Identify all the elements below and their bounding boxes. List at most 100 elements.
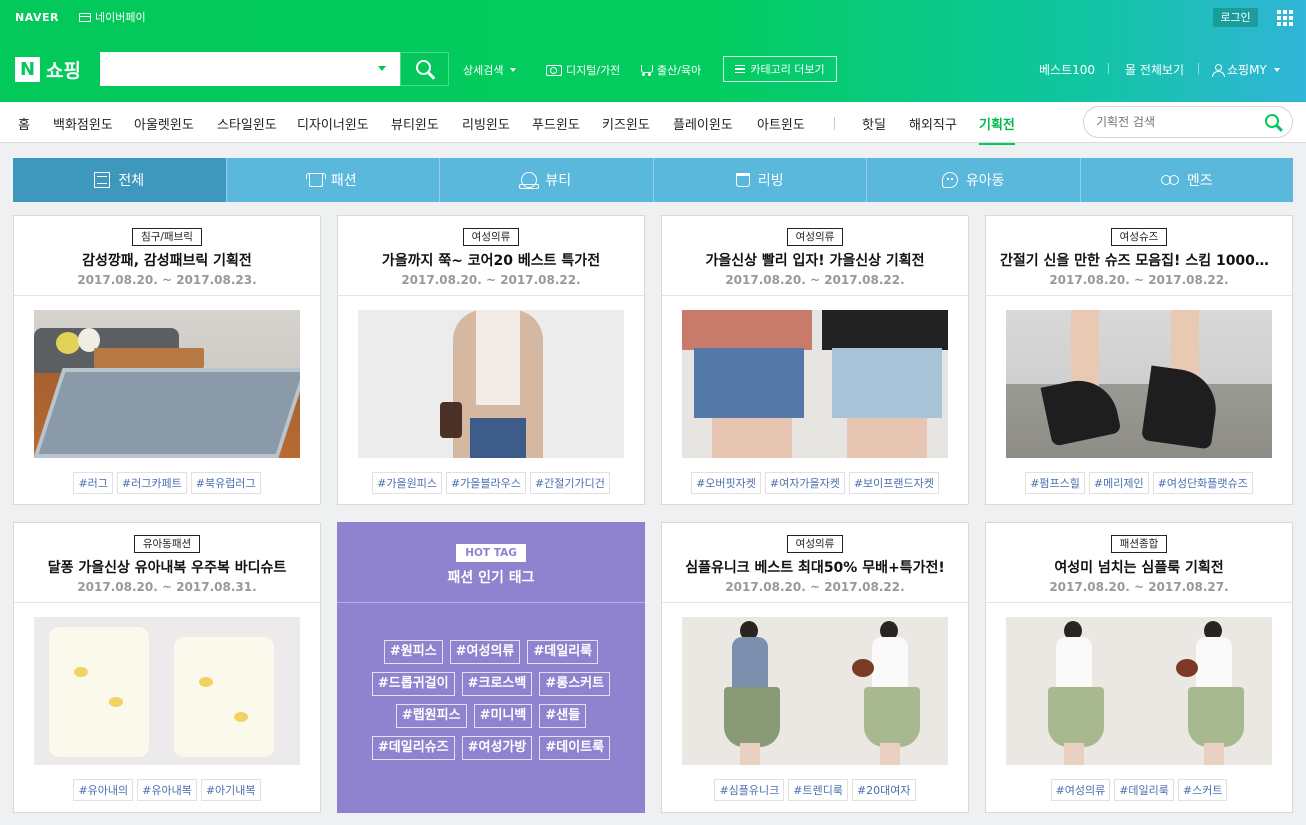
hashtag-link[interactable]: #여성의류 bbox=[1050, 779, 1111, 801]
nav-item-play[interactable]: 플레이윈도 bbox=[673, 114, 733, 133]
search-box bbox=[100, 52, 449, 86]
hashtag-link[interactable]: #가을원피스 bbox=[372, 472, 442, 494]
hashtag-link[interactable]: #트렌디룩 bbox=[788, 779, 848, 801]
menu-icon bbox=[735, 65, 746, 73]
hot-tag-link[interactable]: #드롭귀걸이 bbox=[371, 672, 455, 696]
baby-link[interactable]: 출산/육아 bbox=[639, 62, 701, 78]
nav-item-style[interactable]: 스타일윈도 bbox=[217, 114, 277, 133]
hot-tag-link[interactable]: #샌들 bbox=[539, 704, 587, 728]
divider bbox=[337, 602, 645, 603]
hot-tag-link[interactable]: #데일리룩 bbox=[527, 640, 599, 664]
tab-fashion[interactable]: 패션 bbox=[225, 158, 440, 202]
product-image[interactable] bbox=[682, 617, 948, 765]
hashtag-link[interactable]: #러그 bbox=[73, 472, 113, 494]
event-card[interactable]: 여성슈즈 간절기 신을 만한 슈즈 모음집! 스킴 1000원… 2017.08… bbox=[985, 215, 1293, 505]
product-image[interactable] bbox=[682, 310, 948, 458]
event-card[interactable]: 여성의류 심플유니크 베스트 최대50% 무배+특가전! 2017.08.20.… bbox=[661, 522, 969, 813]
search-icon[interactable] bbox=[1265, 114, 1279, 128]
hashtag-link[interactable]: #메리제인 bbox=[1088, 472, 1149, 494]
product-image[interactable] bbox=[1006, 310, 1272, 458]
nav-item-art[interactable]: 아트윈도 bbox=[757, 114, 805, 133]
nav-item-home[interactable]: 홈 bbox=[18, 114, 30, 133]
nav-item-kids[interactable]: 키즈윈도 bbox=[602, 114, 650, 133]
product-image[interactable] bbox=[34, 310, 300, 458]
all-malls-link[interactable]: 몰 전체보기 bbox=[1125, 61, 1184, 78]
hashtag-link[interactable]: #유아내의 bbox=[73, 779, 134, 801]
hashtag-link[interactable]: #20대여자 bbox=[851, 779, 916, 801]
hot-tag-link[interactable]: #미니백 bbox=[473, 704, 533, 728]
category-more-button[interactable]: 카테고리 더보기 bbox=[723, 56, 837, 82]
search-dropdown-icon[interactable] bbox=[378, 66, 386, 71]
card-title[interactable]: 심플유니크 베스트 최대50% 무배+특가전! bbox=[662, 557, 968, 577]
event-card[interactable]: 침구/패브릭 감성깡패, 감성패브릭 기획전 2017.08.20. ~ 201… bbox=[13, 215, 321, 505]
nav-item-planning[interactable]: 기획전 bbox=[979, 114, 1015, 145]
hot-tag-link[interactable]: #원피스 bbox=[383, 640, 443, 664]
hashtag-link[interactable]: #가을블라우스 bbox=[445, 472, 526, 494]
event-card[interactable]: 유아동패션 달퐁 가을신상 유아내복 우주복 바디슈트 2017.08.20. … bbox=[13, 522, 321, 813]
card-date: 2017.08.20. ~ 2017.08.22. bbox=[725, 580, 905, 594]
card-title[interactable]: 가을신상 빨리 입자! 가을신상 기획전 bbox=[662, 250, 968, 270]
card-title[interactable]: 여성미 넘치는 심플룩 기획전 bbox=[986, 557, 1292, 577]
shopping-logo[interactable]: N 쇼핑 bbox=[15, 56, 81, 83]
hot-tag-link[interactable]: #롱스커트 bbox=[539, 672, 611, 696]
my-shopping-menu[interactable]: 쇼핑MY bbox=[1212, 61, 1280, 78]
card-title[interactable]: 감성깡패, 감성패브릭 기획전 bbox=[14, 250, 320, 270]
hot-tag-link[interactable]: #여성의류 bbox=[449, 640, 521, 664]
category-tabs: 전체 패션 뷰티 리빙 유아동 멘즈 bbox=[13, 158, 1293, 202]
hashtag-link[interactable]: #여자가을자켓 bbox=[764, 472, 845, 494]
nav-item-beauty[interactable]: 뷰티윈도 bbox=[391, 114, 439, 133]
nav-item-department[interactable]: 백화점윈도 bbox=[53, 114, 113, 133]
category-badge: 여성의류 bbox=[462, 228, 520, 246]
best100-link[interactable]: 베스트100 bbox=[1039, 61, 1095, 78]
tab-mens[interactable]: 멘즈 bbox=[1079, 158, 1294, 202]
search-input[interactable] bbox=[100, 52, 400, 86]
tab-label: 패션 bbox=[330, 173, 357, 189]
hot-tag-link[interactable]: #데일리슈즈 bbox=[371, 736, 455, 760]
hashtag-link[interactable]: #간절기가디건 bbox=[529, 472, 610, 494]
nav-item-hotdeal[interactable]: 핫딜 bbox=[862, 114, 886, 133]
card-title[interactable]: 가을까지 쭉~ 코어20 베스트 특가전 bbox=[338, 250, 644, 270]
event-card[interactable]: 여성의류 가을까지 쭉~ 코어20 베스트 특가전 2017.08.20. ~ … bbox=[337, 215, 645, 505]
tag-list: #러그 #러그카페트 #북유럽러그 bbox=[14, 472, 320, 494]
event-card[interactable]: 패션종합 여성미 넘치는 심플룩 기획전 2017.08.20. ~ 2017.… bbox=[985, 522, 1293, 813]
hashtag-link[interactable]: #펌프스힐 bbox=[1025, 472, 1085, 494]
hashtag-link[interactable]: #스커트 bbox=[1177, 779, 1228, 801]
card-title[interactable]: 간절기 신을 만한 슈즈 모음집! 스킴 1000원… bbox=[986, 250, 1292, 270]
product-image[interactable] bbox=[358, 310, 624, 458]
hashtag-link[interactable]: #보이프랜드자켓 bbox=[848, 472, 939, 494]
search-button[interactable] bbox=[400, 52, 449, 86]
apps-grid-icon[interactable] bbox=[1277, 10, 1293, 26]
hashtag-link[interactable]: #아기내복 bbox=[200, 779, 261, 801]
detail-search-link[interactable]: 상세검색 bbox=[463, 62, 517, 78]
hashtag-link[interactable]: #여성단화플랫슈즈 bbox=[1152, 472, 1253, 494]
hashtag-link[interactable]: #북유럽러그 bbox=[190, 472, 261, 494]
event-card[interactable]: 여성의류 가을신상 빨리 입자! 가을신상 기획전 2017.08.20. ~ … bbox=[661, 215, 969, 505]
card-date: 2017.08.20. ~ 2017.08.27. bbox=[1049, 580, 1229, 594]
hashtag-link[interactable]: #유아내복 bbox=[137, 779, 197, 801]
card-title[interactable]: 달퐁 가을신상 유아내복 우주복 바디슈트 bbox=[14, 557, 320, 577]
nav-item-food[interactable]: 푸드윈도 bbox=[532, 114, 580, 133]
tab-all[interactable]: 전체 bbox=[13, 158, 226, 202]
product-image[interactable] bbox=[1006, 617, 1272, 765]
hashtag-link[interactable]: #데일리룩 bbox=[1114, 779, 1174, 801]
product-image[interactable] bbox=[34, 617, 300, 765]
hot-tag-link[interactable]: #데이트룩 bbox=[539, 736, 611, 760]
npay-link[interactable]: 네이버페이 bbox=[79, 9, 146, 25]
tab-kids[interactable]: 유아동 bbox=[866, 158, 1080, 202]
nav-item-living[interactable]: 리빙윈도 bbox=[462, 114, 510, 133]
nav-item-overseas[interactable]: 해외직구 bbox=[909, 114, 957, 133]
nav-item-outlet[interactable]: 아울렛윈도 bbox=[134, 114, 194, 133]
hashtag-link[interactable]: #러그카페트 bbox=[116, 472, 187, 494]
tab-beauty[interactable]: 뷰티 bbox=[439, 158, 653, 202]
hashtag-link[interactable]: #오버핏자켓 bbox=[691, 472, 761, 494]
planning-search-input[interactable] bbox=[1096, 113, 1256, 131]
hashtag-link[interactable]: #심플유니크 bbox=[714, 779, 785, 801]
hot-tag-link[interactable]: #여성가방 bbox=[461, 736, 533, 760]
naver-logo[interactable]: NAVER bbox=[15, 11, 59, 24]
digital-link[interactable]: 디지털/가전 bbox=[546, 62, 620, 78]
hot-tag-link[interactable]: #랩원피스 bbox=[395, 704, 467, 728]
hot-tag-link[interactable]: #크로스백 bbox=[461, 672, 533, 696]
tab-living[interactable]: 리빙 bbox=[652, 158, 867, 202]
login-button[interactable]: 로그인 bbox=[1213, 8, 1258, 27]
nav-item-designer[interactable]: 디자이너윈도 bbox=[297, 114, 369, 133]
